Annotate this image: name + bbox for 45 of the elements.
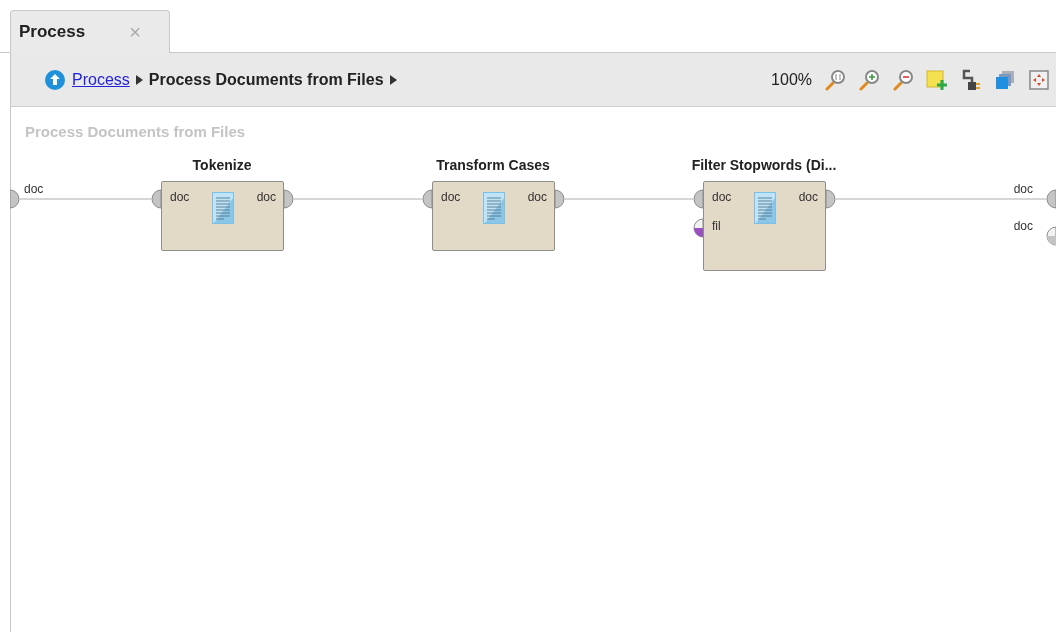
- port-label: doc: [798, 190, 818, 204]
- port[interactable]: [555, 189, 565, 209]
- port-label: doc: [441, 190, 461, 204]
- operator-title: Tokenize: [191, 157, 253, 173]
- zoom-reset-icon[interactable]: [824, 68, 846, 91]
- tab-label: Process: [19, 22, 86, 42]
- port[interactable]: [284, 189, 294, 209]
- port[interactable]: [10, 189, 20, 209]
- up-icon[interactable]: [44, 68, 66, 91]
- caret-icon: [135, 74, 143, 85]
- port-label: fil: [712, 219, 721, 233]
- port[interactable]: [1046, 189, 1056, 209]
- document-icon: [754, 192, 776, 224]
- layers-icon[interactable]: [994, 68, 1016, 91]
- port[interactable]: [693, 218, 703, 238]
- caret-icon: [389, 74, 397, 85]
- document-icon: [483, 192, 505, 224]
- port[interactable]: [151, 189, 161, 209]
- port-label: doc: [24, 182, 44, 196]
- canvas-title: Process Documents from Files: [25, 123, 246, 140]
- operator-box[interactable]: [161, 181, 284, 251]
- port-label: doc: [256, 190, 276, 204]
- tab[interactable]: Process ×: [10, 10, 170, 53]
- breadcrumb-link[interactable]: Process: [72, 70, 130, 89]
- port[interactable]: [422, 189, 432, 209]
- port[interactable]: [826, 189, 836, 209]
- port-label: doc: [1013, 219, 1033, 233]
- port-label: doc: [170, 190, 190, 204]
- port[interactable]: [1046, 226, 1056, 246]
- port-label: doc: [712, 190, 732, 204]
- add-note-icon[interactable]: [926, 68, 948, 91]
- document-icon: [212, 192, 234, 224]
- zoom-out-icon[interactable]: [892, 68, 914, 91]
- operator-box[interactable]: [432, 181, 555, 251]
- breadcrumb-current: Process Documents from Files: [148, 70, 384, 89]
- port[interactable]: [693, 189, 703, 209]
- port-label: doc: [527, 190, 547, 204]
- port-label: doc: [1013, 182, 1033, 196]
- operator-title: Transform Cases: [435, 157, 551, 173]
- zoom-in-icon[interactable]: [858, 68, 880, 91]
- plug-icon[interactable]: [960, 68, 982, 91]
- zoom-level: 100%: [771, 70, 812, 89]
- operator-title: Filter Stopwords (Di...: [690, 157, 838, 173]
- operator-box[interactable]: [703, 181, 826, 271]
- fit-frame-icon[interactable]: [1028, 68, 1050, 91]
